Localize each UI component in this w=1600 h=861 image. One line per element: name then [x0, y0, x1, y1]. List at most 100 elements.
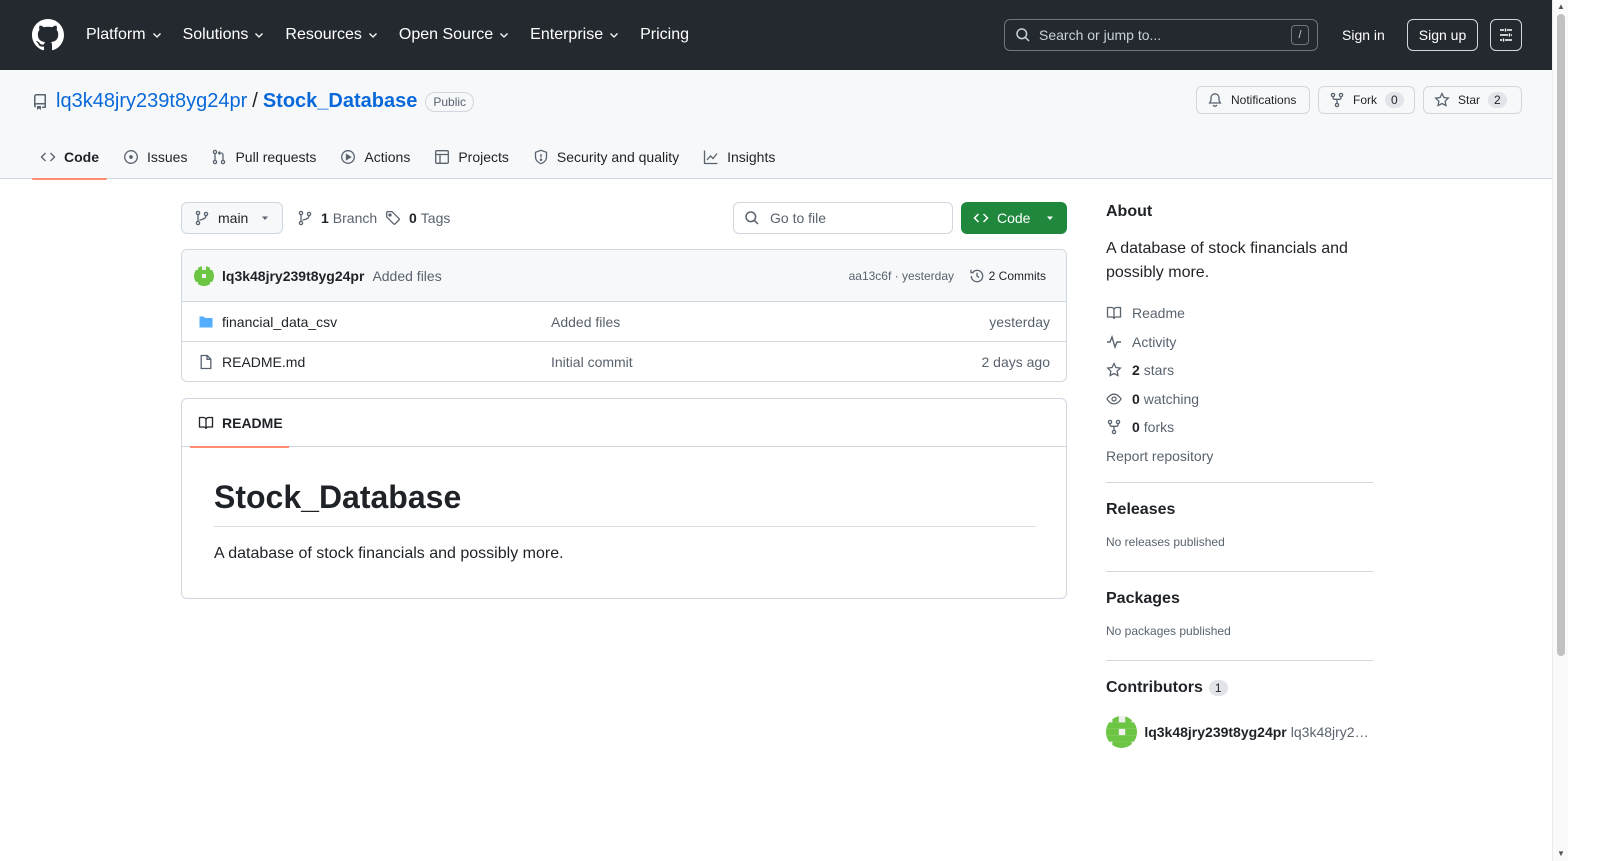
readme-tabbar: README — [182, 399, 1066, 448]
current-branch: main — [218, 210, 249, 226]
commit-history-link[interactable]: 2 Commits — [969, 268, 1046, 284]
watchers-link[interactable]: 0 watching — [1106, 385, 1373, 414]
star-button[interactable]: Star 2 — [1423, 86, 1522, 114]
readme-heading: Stock_Database — [214, 479, 1036, 527]
nav-enterprise[interactable]: Enterprise — [530, 26, 620, 44]
avatar[interactable] — [1106, 716, 1138, 748]
notifications-button[interactable]: Notifications — [1196, 86, 1310, 114]
page-scrollbar[interactable]: ▲ ▼ — [1552, 0, 1568, 861]
nav-open-source[interactable]: Open Source — [399, 26, 510, 44]
git-branch-icon — [298, 210, 312, 226]
star-icon — [1106, 362, 1122, 377]
fork-button[interactable]: Fork 0 — [1318, 86, 1415, 114]
table-row[interactable]: README.md Initial commit 2 days ago — [182, 342, 1066, 381]
star-count: 2 — [1488, 92, 1507, 108]
table-row[interactable]: financial_data_csv Added files yesterday — [182, 302, 1066, 342]
nav-solutions[interactable]: Solutions — [183, 26, 266, 44]
commit-sha-and-time[interactable]: aa13c6f · yesterday — [849, 269, 954, 283]
sign-up-button[interactable]: Sign up — [1407, 19, 1478, 51]
file-browser: lq3k48jry239t8yg24pr Added files aa13c6f… — [181, 249, 1067, 382]
scroll-down-icon[interactable]: ▼ — [1557, 849, 1565, 858]
file-commit-date: yesterday — [989, 313, 1050, 330]
sign-in-link[interactable]: Sign in — [1330, 19, 1397, 51]
tab-pull-requests[interactable]: Pull requests — [203, 134, 324, 179]
tab-readme[interactable]: README — [190, 399, 289, 448]
chevron-down-icon — [500, 33, 509, 38]
about-links: Readme Activity 2 stars 0 watching 0 forks … — [1106, 299, 1373, 470]
tab-security[interactable]: Security and quality — [525, 134, 687, 179]
triangle-down-icon — [262, 216, 268, 220]
git-pull-request-icon — [213, 149, 226, 164]
eye-icon — [1106, 393, 1122, 405]
bell-icon — [1208, 93, 1222, 107]
file-commit-message[interactable]: Added files — [551, 314, 620, 330]
commit-message-link[interactable]: Added files — [372, 268, 441, 284]
packages-heading[interactable]: Packages — [1106, 590, 1373, 608]
contributor-item[interactable]: lq3k48jry239t8yg24pr lq3k48jry239t8yg24p… — [1106, 716, 1373, 748]
settings-button[interactable] — [1490, 19, 1522, 51]
repo-tabs: Code Issues Pull requests Actions Projec… — [32, 134, 791, 180]
code-icon — [40, 152, 56, 161]
contributors-heading[interactable]: Contributors 1 — [1106, 679, 1373, 697]
tab-issues[interactable]: Issues — [115, 134, 195, 179]
chevron-down-icon — [610, 33, 619, 38]
sidebar-divider — [1106, 660, 1373, 661]
nav-pricing[interactable]: Pricing — [640, 26, 689, 44]
file-name-link[interactable]: README.md — [222, 354, 305, 370]
report-repository-link[interactable]: Report repository — [1106, 442, 1373, 471]
folder-icon — [199, 316, 213, 327]
code-icon — [973, 213, 989, 223]
scrollbar-thumb[interactable] — [1557, 14, 1565, 656]
packages-empty: No packages published — [1106, 624, 1231, 638]
repo-owner-link[interactable]: lq3k48jry239t8yg24pr — [56, 90, 247, 113]
tags-link[interactable]: 0 Tags — [385, 202, 450, 234]
file-name-link[interactable]: financial_data_csv — [222, 314, 337, 330]
sidebar-divider — [1106, 482, 1373, 483]
scroll-up-icon[interactable]: ▲ — [1557, 2, 1565, 11]
book-icon — [198, 416, 214, 430]
search-icon — [1016, 28, 1030, 42]
tab-code[interactable]: Code — [32, 134, 107, 180]
code-dropdown-button[interactable]: Code — [961, 202, 1067, 234]
github-logo-icon[interactable] — [32, 19, 64, 51]
releases-heading[interactable]: Releases — [1106, 501, 1373, 519]
releases-section: Releases No releases published — [1106, 501, 1373, 549]
releases-empty: No releases published — [1106, 535, 1225, 549]
stars-link[interactable]: 2 stars — [1106, 356, 1373, 385]
file-commit-message[interactable]: Initial commit — [551, 354, 633, 370]
readme-panel: README Stock_Database A database of stoc… — [181, 398, 1067, 599]
pulse-icon — [1107, 334, 1121, 349]
readme-link[interactable]: Readme — [1106, 299, 1373, 328]
repo-name-link[interactable]: Stock_Database — [263, 90, 418, 113]
go-to-file-input[interactable]: Go to file — [733, 202, 953, 234]
issue-opened-icon — [124, 149, 138, 164]
forks-link[interactable]: 0 forks — [1106, 413, 1373, 442]
branches-link[interactable]: 1 Branch — [297, 202, 377, 234]
nav-resources[interactable]: Resources — [285, 26, 378, 44]
activity-link[interactable]: Activity — [1106, 328, 1373, 357]
avatar[interactable] — [194, 265, 214, 286]
packages-section: Packages No packages published — [1106, 590, 1373, 638]
tab-insights[interactable]: Insights — [695, 134, 783, 179]
tag-count: 0 — [409, 210, 417, 226]
search-icon — [745, 211, 759, 225]
branch-select-button[interactable]: main — [181, 202, 283, 234]
contributor-login[interactable]: lq3k48jry239t8yg24pr — [1144, 724, 1286, 740]
about-description: A database of stock financials and possi… — [1106, 240, 1348, 281]
star-icon — [1434, 92, 1450, 107]
global-nav: Platform Solutions Resources Open Source… — [86, 26, 709, 44]
go-to-file-placeholder: Go to file — [770, 210, 827, 226]
history-icon — [970, 269, 983, 282]
search-input[interactable]: Search or jump to... / — [1004, 19, 1318, 51]
slash-shortcut-key: / — [1291, 25, 1309, 45]
nav-platform[interactable]: Platform — [86, 26, 163, 44]
tab-actions[interactable]: Actions — [332, 134, 418, 179]
identicon-avatar — [1106, 716, 1138, 748]
branch-count: 1 — [321, 210, 329, 226]
tab-projects[interactable]: Projects — [426, 134, 517, 179]
commit-author-link[interactable]: lq3k48jry239t8yg24pr — [222, 268, 364, 284]
file-commit-date: 2 days ago — [981, 354, 1051, 370]
graph-icon — [703, 150, 718, 164]
identicon-avatar — [194, 265, 214, 286]
git-branch-icon — [195, 210, 209, 226]
